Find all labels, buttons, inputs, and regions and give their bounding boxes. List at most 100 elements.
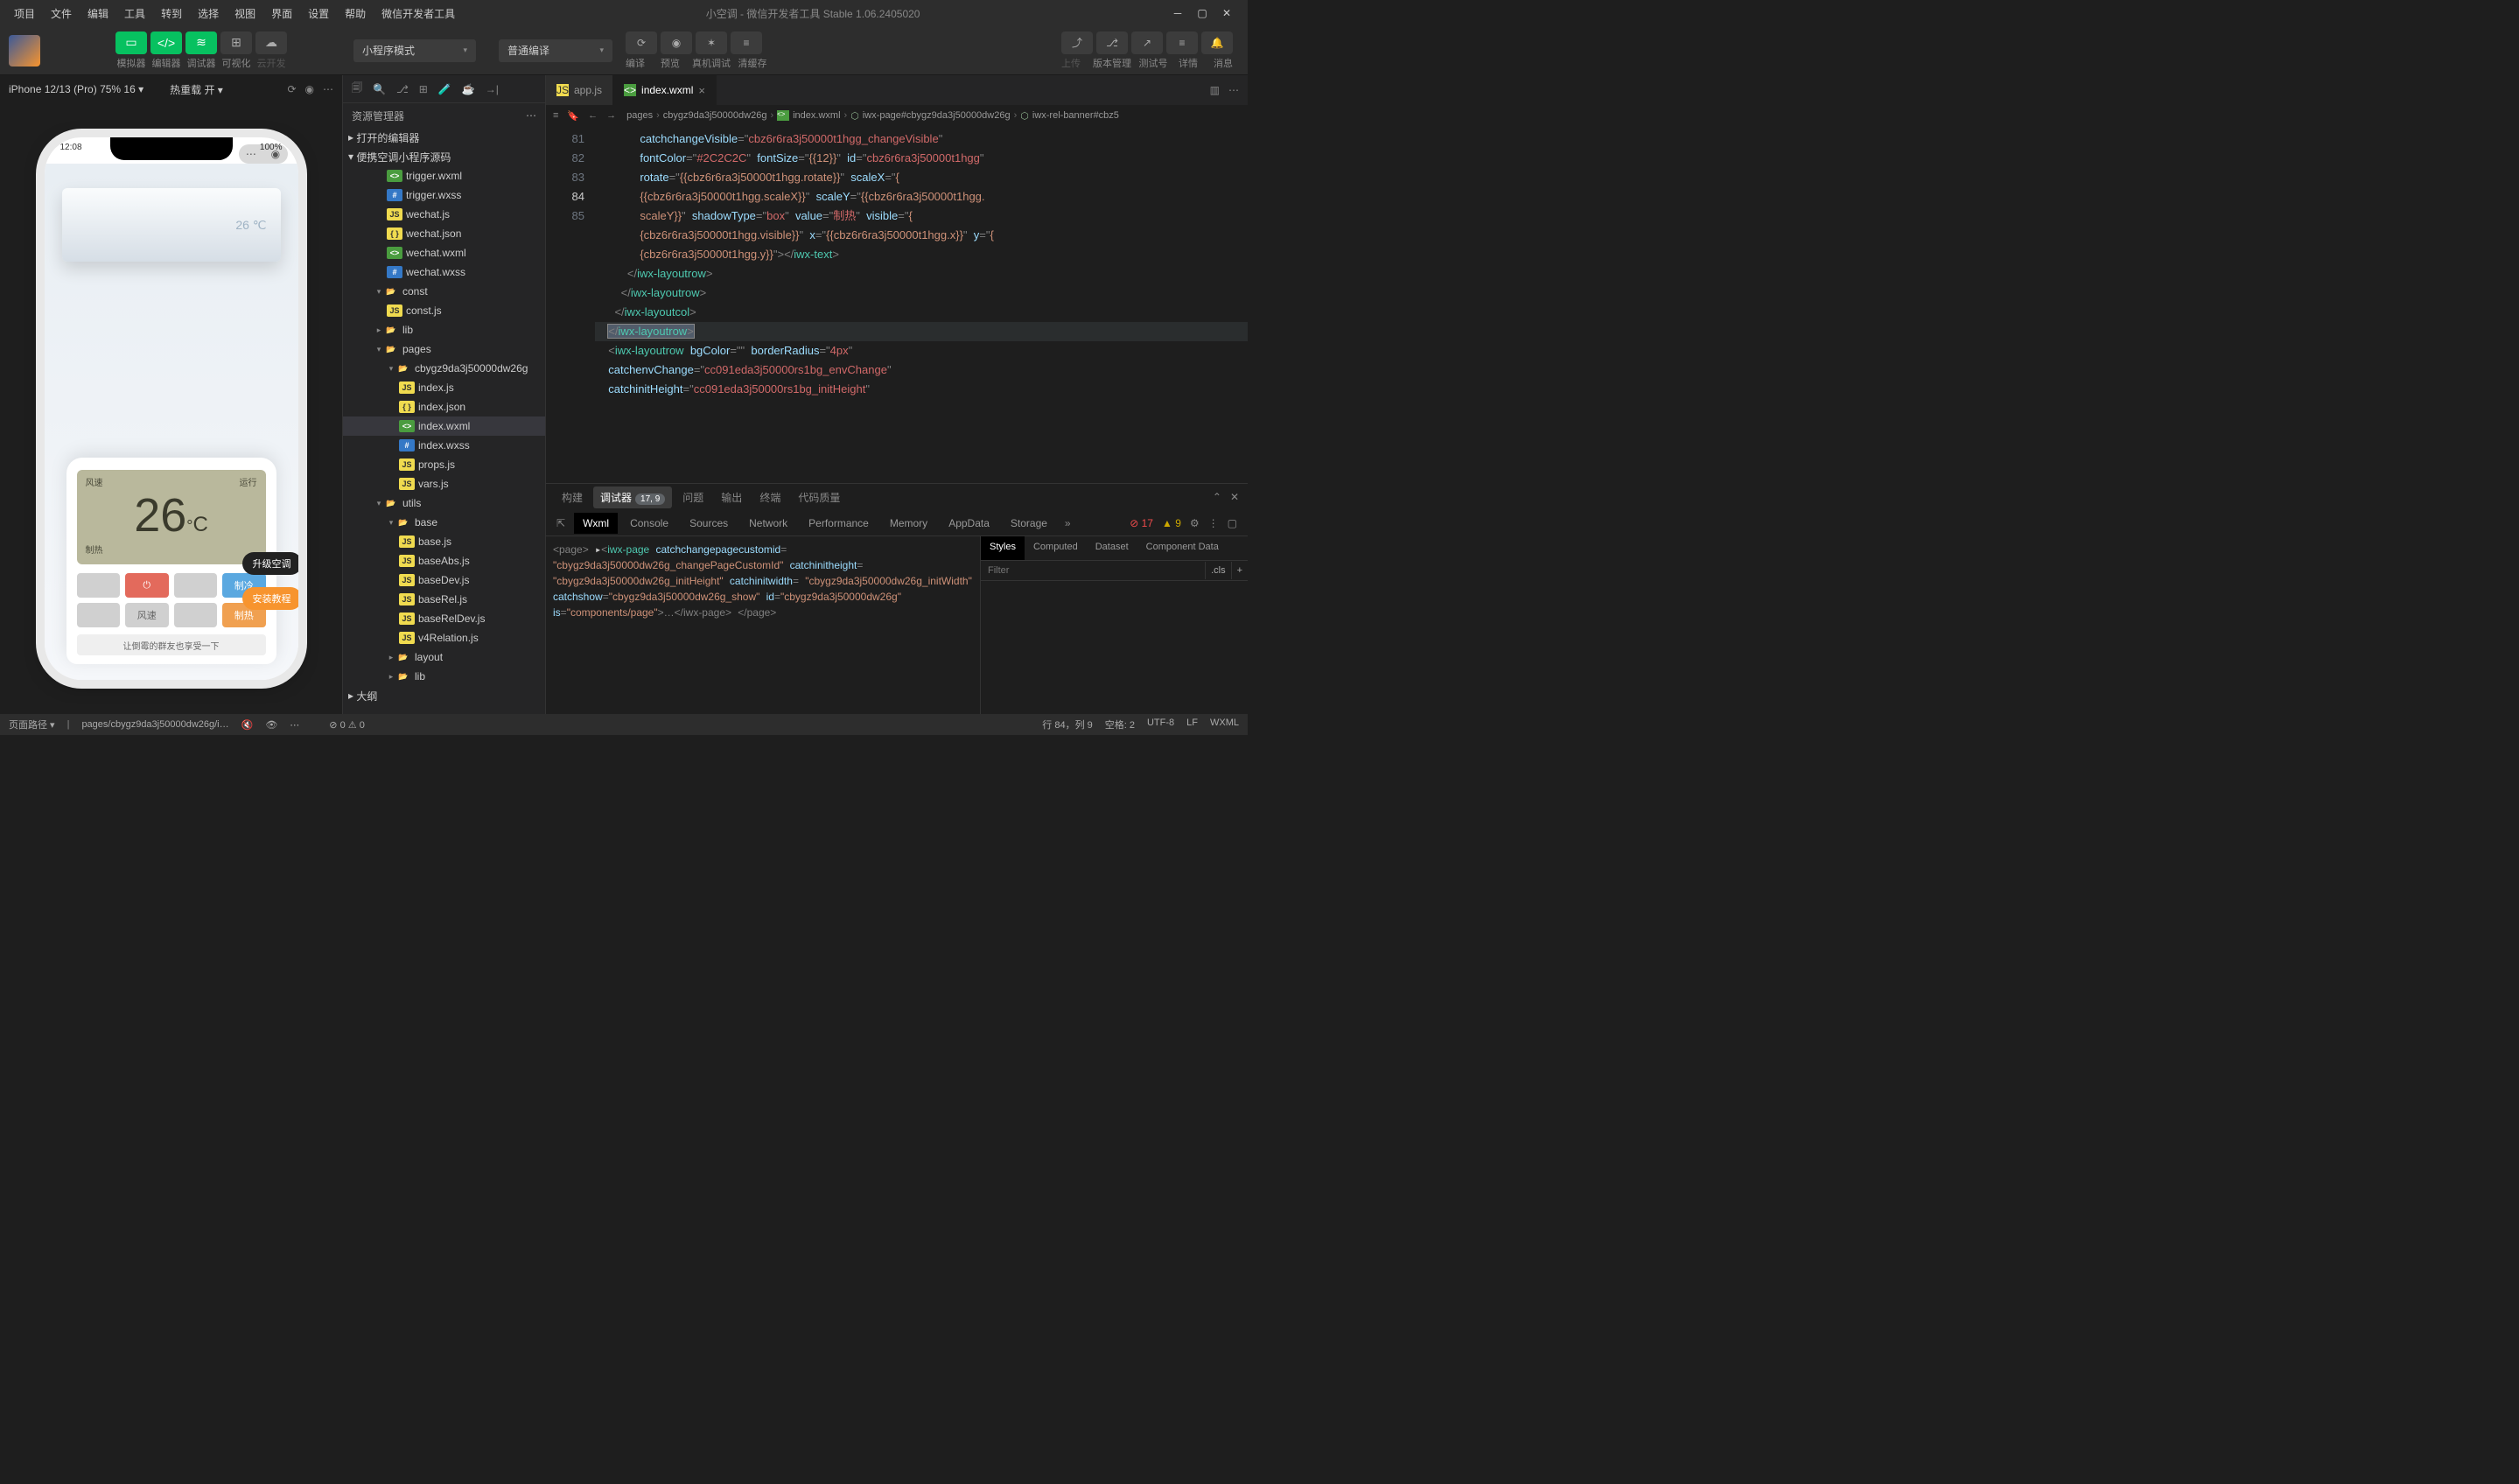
close-panel-icon[interactable]: ✕ <box>1230 491 1239 503</box>
bookmark-icon[interactable]: 🔖 <box>567 110 579 122</box>
testid-button[interactable]: ↗ <box>1131 32 1163 54</box>
docker-icon[interactable]: ☕ <box>462 83 475 95</box>
devtab-wxml[interactable]: Wxml <box>574 513 618 534</box>
tab-appjs[interactable]: JSapp.js <box>546 75 613 105</box>
clear-cache-button[interactable]: ≡ <box>731 32 762 54</box>
bpanel-build[interactable]: 构建 <box>555 486 590 508</box>
file-trigger.wxss[interactable]: #trigger.wxss <box>343 186 545 205</box>
detail-button[interactable]: ≡ <box>1166 32 1198 54</box>
device-dropdown[interactable]: iPhone 12/13 (Pro) 75% 16 ▾ <box>9 83 143 95</box>
refresh-icon[interactable]: ⟳ <box>287 83 296 95</box>
collapse-icon[interactable]: ⌃ <box>1213 491 1221 503</box>
cls-toggle[interactable]: .cls <box>1205 562 1231 579</box>
forward-icon[interactable]: → <box>606 110 616 122</box>
breadcrumb-item[interactable]: pages <box>626 110 653 121</box>
record-icon[interactable]: ◉ <box>305 83 314 95</box>
file-cbygz9da3j50000dw26g[interactable]: ▾📂cbygz9da3j50000dw26g <box>343 359 545 378</box>
bpanel-quality[interactable]: 代码质量 <box>791 486 847 508</box>
visual-button[interactable]: ⊞ <box>220 32 252 54</box>
cursor-pos[interactable]: 行 84，列 9 <box>1042 718 1092 732</box>
remote-btn-blank3[interactable] <box>77 603 121 627</box>
gear-icon[interactable]: ⚙ <box>1190 517 1200 529</box>
search-icon[interactable]: 🔍 <box>373 83 386 95</box>
file-wechat.wxml[interactable]: <>wechat.wxml <box>343 243 545 262</box>
compdata-tab[interactable]: Component Data <box>1137 536 1228 560</box>
branch-icon[interactable]: ⎇ <box>396 83 409 95</box>
indent-info[interactable]: 空格: 2 <box>1105 718 1135 732</box>
split-icon[interactable]: ▥ <box>1210 84 1220 96</box>
mute-icon[interactable]: 🔇 <box>241 719 254 731</box>
file-layout[interactable]: ▸📂layout <box>343 648 545 667</box>
status-errors[interactable]: ⊘ 0 ⚠ 0 <box>329 719 365 731</box>
menu-select[interactable]: 选择 <box>191 3 226 24</box>
test-icon[interactable]: 🧪 <box>438 83 451 95</box>
encoding[interactable]: UTF-8 <box>1147 718 1174 732</box>
kebab-icon[interactable]: ⋯ <box>290 719 299 731</box>
debugger-button[interactable]: ≋ <box>185 32 217 54</box>
tab-indexwxml[interactable]: <>index.wxml× <box>613 75 717 105</box>
file-index.json[interactable]: { }index.json <box>343 397 545 416</box>
devtab-storage[interactable]: Storage <box>1002 513 1056 534</box>
explorer-more-icon[interactable]: ⋯ <box>526 109 536 122</box>
menu-edit[interactable]: 编辑 <box>80 3 115 24</box>
remote-btn-blank1[interactable] <box>77 573 121 598</box>
more-tabs-icon[interactable]: ⋯ <box>1228 84 1239 96</box>
devtab-sources[interactable]: Sources <box>681 513 737 534</box>
remote-wind-btn[interactable]: 风速 <box>125 603 169 627</box>
breadcrumb-item[interactable]: iwx-page#cbygz9da3j50000dw26g <box>863 110 1011 121</box>
minimize-icon[interactable]: ─ <box>1171 6 1185 20</box>
project-section[interactable]: ▾ 便携空调小程序源码 <box>343 147 545 166</box>
more-devtabs-icon[interactable]: » <box>1060 517 1076 529</box>
bpanel-debugger[interactable]: 调试器17, 9 <box>593 486 672 508</box>
dataset-tab[interactable]: Dataset <box>1087 536 1137 560</box>
menu-goto[interactable]: 转到 <box>154 3 189 24</box>
menu-help[interactable]: 帮助 <box>338 3 373 24</box>
editor-button[interactable]: </> <box>150 32 182 54</box>
file-baseRel.js[interactable]: JSbaseRel.js <box>343 590 545 609</box>
open-editors-section[interactable]: ▸ 打开的编辑器 <box>343 128 545 147</box>
share-button[interactable]: 让倒霉的群友也享受一下 <box>77 634 266 655</box>
styles-tab[interactable]: Styles <box>981 536 1025 560</box>
more-icon[interactable]: ⋯ <box>323 83 333 95</box>
files-icon[interactable]: 🗐 <box>352 80 362 98</box>
real-debug-button[interactable]: ✶ <box>696 32 727 54</box>
close-icon[interactable]: ✕ <box>1220 6 1234 20</box>
file-baseDev.js[interactable]: JSbaseDev.js <box>343 570 545 590</box>
add-style-icon[interactable]: + <box>1231 562 1248 579</box>
breadcrumb-item[interactable]: index.wxml <box>793 110 840 121</box>
file-trigger.wxml[interactable]: <>trigger.wxml <box>343 166 545 186</box>
file-index.wxss[interactable]: #index.wxss <box>343 436 545 455</box>
mode-dropdown[interactable]: 小程序模式 <box>353 39 476 62</box>
remote-power-btn[interactable]: ⏻ <box>125 573 169 598</box>
remote-btn-blank2[interactable] <box>174 573 218 598</box>
pagepath-label[interactable]: 页面路径 ▾ <box>9 718 55 732</box>
simulator-button[interactable]: ▭ <box>115 32 147 54</box>
dom-tree[interactable]: <page> ▸<iwx-page catchchangepagecustomi… <box>546 536 980 714</box>
bpanel-terminal[interactable]: 终端 <box>752 486 787 508</box>
devtab-memory[interactable]: Memory <box>881 513 936 534</box>
file-utils[interactable]: ▾📂utils <box>343 494 545 513</box>
menu-tools[interactable]: 工具 <box>117 3 152 24</box>
menu-settings[interactable]: 设置 <box>301 3 336 24</box>
back-icon[interactable]: ← <box>588 110 598 122</box>
lang-mode[interactable]: WXML <box>1210 718 1239 732</box>
compile-dropdown[interactable]: 普通编译 <box>499 39 612 62</box>
goto-icon[interactable]: →| <box>486 83 499 95</box>
styles-filter-input[interactable] <box>981 561 1205 580</box>
preview-button[interactable]: ◉ <box>661 32 692 54</box>
maximize-icon[interactable]: ▢ <box>1195 6 1209 20</box>
computed-tab[interactable]: Computed <box>1025 536 1087 560</box>
file-base[interactable]: ▾📂base <box>343 513 545 532</box>
upgrade-pill[interactable]: 升级空调 <box>242 552 298 575</box>
warning-count[interactable]: ▲ 9 <box>1162 517 1181 529</box>
eol[interactable]: LF <box>1186 718 1198 732</box>
dock-icon[interactable]: ▢ <box>1228 517 1237 529</box>
devtab-console[interactable]: Console <box>621 513 677 534</box>
ext-icon[interactable]: ⊞ <box>419 83 428 95</box>
outline-section[interactable]: ▸ 大纲 <box>343 686 545 705</box>
file-baseRelDev.js[interactable]: JSbaseRelDev.js <box>343 609 545 628</box>
bpanel-problems[interactable]: 问题 <box>675 486 710 508</box>
file-vars.js[interactable]: JSvars.js <box>343 474 545 494</box>
file-lib[interactable]: ▸📂lib <box>343 320 545 340</box>
menu-file[interactable]: 文件 <box>44 3 79 24</box>
